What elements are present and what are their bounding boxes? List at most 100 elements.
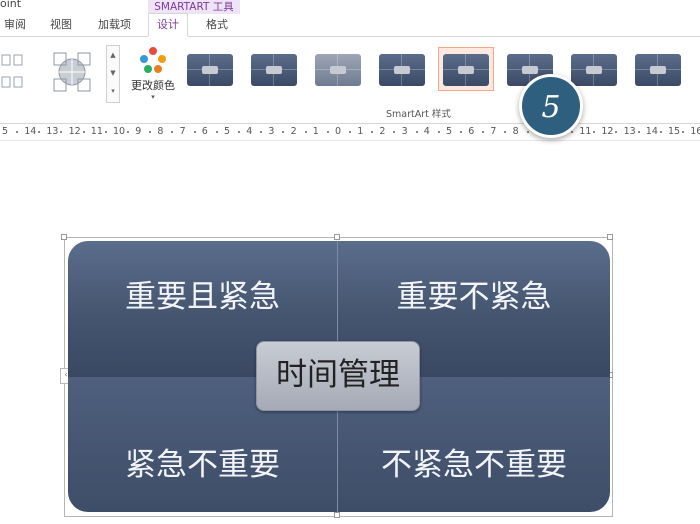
ruler-tick-label: 4 [423,126,430,137]
ruler-tick-mark [193,131,196,133]
ribbon: oint SMARTART 工具 审阅 视图 加载项 设计 格式 ▲ ▼ ▾ 更… [0,0,700,124]
ruler-tick-mark [415,131,418,133]
ruler-tick-label: 7 [179,126,186,137]
tab-view[interactable]: 视图 [50,14,72,36]
style-option-selected[interactable] [438,47,494,91]
ruler-tick-mark [482,131,485,133]
palette-icon [138,45,168,75]
ruler-tick-mark [16,131,18,133]
ruler-tick-label: 13 [623,126,636,137]
ruler-tick-label: 1 [312,126,319,137]
scroll-up-icon[interactable]: ▲ [107,46,119,64]
ruler-tick-mark [504,131,507,133]
ruler-tick-label: 11 [90,126,103,137]
center-title-box[interactable]: 时间管理 [256,341,420,411]
ruler-tick-mark [659,131,662,133]
ruler-tick-label: 14 [24,126,37,137]
ruler-tick-label: 2 [290,126,297,137]
tab-addins[interactable]: 加载项 [98,14,131,36]
ruler-tick-label: 12 [68,126,81,137]
smartart-tools-label: SMARTART 工具 [148,0,240,14]
ruler-tick-mark [637,131,640,133]
ruler-tick-mark [571,131,573,133]
layout-thumb-cycle[interactable] [0,47,44,97]
ribbon-tabs: 审阅 视图 加载项 设计 格式 [0,13,700,37]
layouts-gallery [0,45,111,101]
ruler-tick-mark [371,131,374,133]
ribbon-body: ▲ ▼ ▾ 更改颜色 ▾ [0,37,700,124]
resize-handle[interactable] [61,234,67,240]
step-callout-badge: 5 [519,74,583,138]
ruler-tick-mark [60,131,63,133]
ruler-tick-mark [38,131,41,133]
style-option[interactable] [630,47,686,91]
style-option[interactable] [310,47,366,91]
ruler-tick-label: 2 [379,126,386,137]
quadrant-label: 重要且紧急 [125,279,280,315]
ruler-tick-label: 0 [335,126,342,137]
tab-design[interactable]: 设计 [148,13,188,37]
ruler-tick-mark [460,131,462,133]
gallery-more-icon[interactable]: ▾ [107,82,119,100]
smartart-styles-gallery [180,45,700,99]
ruler-tick-mark [260,131,263,133]
smartart-styles-group-label: SmartArt 样式 [386,109,451,120]
change-colors-button[interactable]: 更改颜色 ▾ [128,45,178,115]
style-option[interactable] [374,47,430,91]
resize-handle[interactable] [334,234,340,240]
ruler-tick-mark [593,131,596,133]
ruler-tick-label: 12 [601,126,614,137]
ruler-tick-label: 13 [46,126,59,137]
ruler-tick-mark [127,131,129,133]
ruler-tick-mark [149,131,152,133]
ruler-tick-label: 14 [645,126,658,137]
ruler-tick-mark [82,131,85,133]
tab-format[interactable]: 格式 [206,14,228,36]
quadrant-label: 重要不紧急 [396,279,552,315]
app-title-fragment: oint [0,0,22,10]
ruler-tick-mark [238,131,240,133]
ruler-tick-mark [326,131,329,133]
ruler-tick-label: 7 [490,126,497,137]
style-option[interactable] [182,47,238,91]
ruler-tick-label: 11 [579,126,592,137]
ruler-tick-label: 4 [246,126,253,137]
tab-review[interactable]: 审阅 [4,14,26,36]
ruler-tick-mark [104,131,107,133]
ruler-tick-label: 10 [113,126,126,137]
ruler-tick-label: 5 [446,126,453,137]
scroll-down-icon[interactable]: ▼ [107,64,119,82]
ruler-tick-label: 8 [512,126,519,137]
ruler-tick-mark [171,131,174,133]
ruler-tick-mark [437,131,440,133]
resize-handle[interactable] [334,512,340,518]
ruler-tick-mark [682,131,684,133]
ruler-tick-label: 9 [135,126,142,137]
ruler-tick-label: 3 [268,126,275,137]
ruler-tick-label: 15 [668,126,681,137]
layouts-scrollbar[interactable]: ▲ ▼ ▾ [106,45,120,103]
style-option[interactable] [246,47,302,91]
ruler-tick-mark [615,131,618,133]
ruler-tick-mark [526,131,529,133]
quadrant-label: 紧急不重要 [125,447,280,483]
ruler-tick-mark [215,131,218,133]
ruler-tick-label: 5 [2,126,9,137]
ruler-tick-label: 5 [224,126,231,137]
ruler-tick-label: 1 [357,126,364,137]
change-colors-label: 更改颜色 [131,79,175,92]
horizontal-ruler: 5 14 13 12 11 10 9 8 7 6 5 4 3 2 1 0 1 2 3 4 5 6 7 8 11 12 13 14 15 1… [0,124,700,141]
ruler-tick-mark [304,131,307,133]
layout-thumb-matrix[interactable] [50,47,94,97]
ruler-tick-label: 6 [468,126,475,137]
resize-handle[interactable] [607,234,613,240]
quadrant-label: 不紧急不重要 [381,447,567,483]
ruler-tick-label: 3 [401,126,408,137]
ruler-tick-mark [393,131,396,133]
ruler-tick-mark [282,131,285,133]
ruler-tick-label: 16 [690,126,700,137]
chevron-down-icon: ▾ [151,93,155,101]
ruler-tick-mark [349,131,351,133]
ruler-tick-label: 6 [201,126,208,137]
ruler-tick-label: 8 [157,126,164,137]
